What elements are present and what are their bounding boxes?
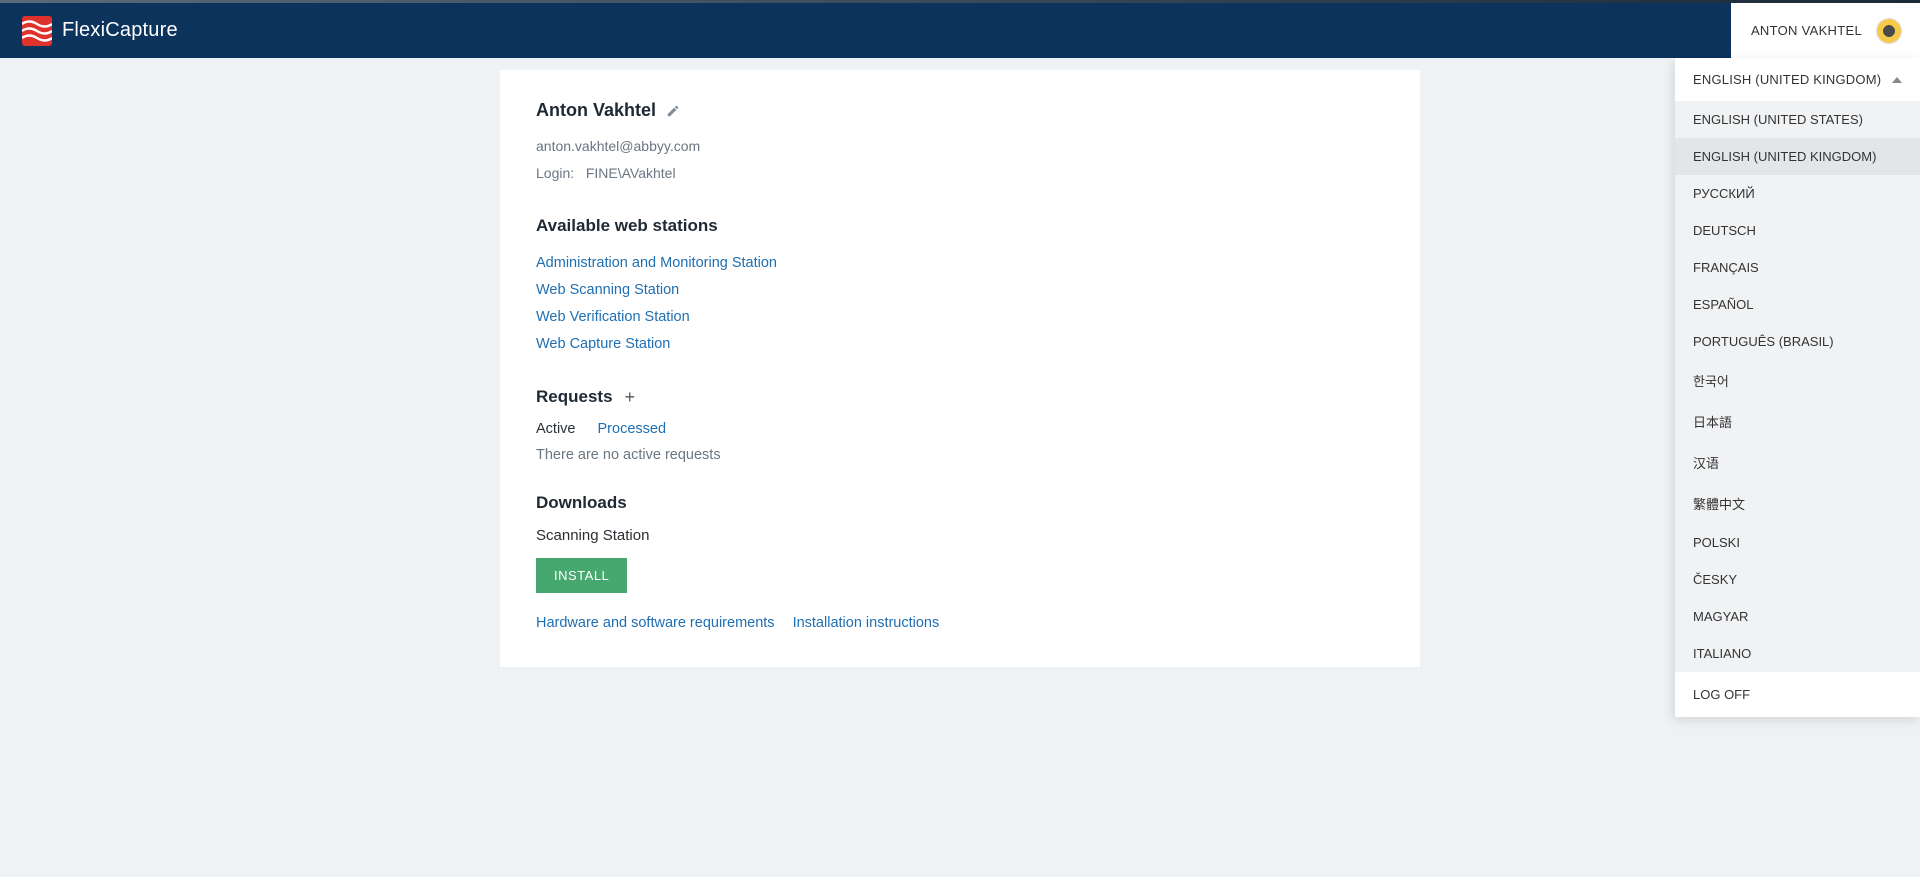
station-link[interactable]: Web Capture Station xyxy=(536,331,1384,358)
tab-processed-requests[interactable]: Processed xyxy=(598,421,667,437)
install-instructions-link[interactable]: Installation instructions xyxy=(793,615,940,631)
user-email: anton.vakhtel@abbyy.com xyxy=(536,133,1384,160)
station-link[interactable]: Web Scanning Station xyxy=(536,277,1384,304)
add-request-icon[interactable]: + xyxy=(625,388,636,406)
language-option[interactable]: ČESKY xyxy=(1675,561,1920,598)
language-option[interactable]: POLSKI xyxy=(1675,524,1920,561)
requests-empty-note: There are no active requests xyxy=(536,447,1384,463)
product-name: FlexiCapture xyxy=(62,19,178,42)
login-value: FINE\AVakhtel xyxy=(586,165,676,181)
current-language-label: ENGLISH (UNITED KINGDOM) xyxy=(1693,72,1881,87)
hw-requirements-link[interactable]: Hardware and software requirements xyxy=(536,615,775,631)
stations-title: Available web stations xyxy=(536,216,1384,236)
download-links: Hardware and software requirements Insta… xyxy=(536,615,1384,631)
stations-list: Administration and Monitoring Station We… xyxy=(536,250,1384,357)
language-option[interactable]: PORTUGUÊS (BRASIL) xyxy=(1675,323,1920,360)
language-list: ENGLISH (UNITED STATES)ENGLISH (UNITED K… xyxy=(1675,101,1920,672)
edit-user-icon[interactable] xyxy=(666,104,680,118)
requests-title: Requests xyxy=(536,387,613,407)
language-option[interactable]: 日本語 xyxy=(1675,401,1920,442)
language-option[interactable]: РУССКИЙ xyxy=(1675,175,1920,212)
tab-active-requests[interactable]: Active xyxy=(536,421,576,437)
install-button[interactable]: INSTALL xyxy=(536,558,627,593)
login-label: Login: xyxy=(536,165,574,181)
language-dropdown-panel: ENGLISH (UNITED KINGDOM) ENGLISH (UNITED… xyxy=(1675,58,1920,717)
language-option[interactable]: FRANÇAIS xyxy=(1675,249,1920,286)
language-option[interactable]: ESPAÑOL xyxy=(1675,286,1920,323)
header-user-area[interactable]: ANTON VAKHTEL xyxy=(1731,3,1920,58)
language-option[interactable]: 汉语 xyxy=(1675,442,1920,483)
chevron-up-icon xyxy=(1892,77,1902,83)
app-logo-icon xyxy=(22,16,52,46)
requests-tabs: Active Processed xyxy=(536,421,1384,437)
language-option[interactable]: ITALIANO xyxy=(1675,635,1920,672)
header-user-name: ANTON VAKHTEL xyxy=(1751,23,1862,38)
avatar-icon xyxy=(1876,18,1902,44)
requests-title-row: Requests + xyxy=(536,387,1384,407)
language-option[interactable]: DEUTSCH xyxy=(1675,212,1920,249)
user-login-row: Login: FINE\AVakhtel xyxy=(536,160,1384,187)
app-header: FlexiCapture ANTON VAKHTEL xyxy=(0,3,1920,58)
language-option[interactable]: ENGLISH (UNITED STATES) xyxy=(1675,101,1920,138)
content-wrap: Anton Vakhtel anton.vakhtel@abbyy.com Lo… xyxy=(0,58,1920,707)
user-display-name: Anton Vakhtel xyxy=(536,100,656,121)
main-card: Anton Vakhtel anton.vakhtel@abbyy.com Lo… xyxy=(500,70,1420,667)
station-link[interactable]: Administration and Monitoring Station xyxy=(536,250,1384,277)
station-link[interactable]: Web Verification Station xyxy=(536,304,1384,331)
language-option[interactable]: 한국어 xyxy=(1675,360,1920,401)
downloads-subtitle: Scanning Station xyxy=(536,527,1384,544)
language-option[interactable]: 繁體中文 xyxy=(1675,483,1920,524)
downloads-title: Downloads xyxy=(536,493,1384,513)
logoff-button[interactable]: LOG OFF xyxy=(1675,672,1920,717)
language-option[interactable]: ENGLISH (UNITED KINGDOM) xyxy=(1675,138,1920,175)
language-option[interactable]: MAGYAR xyxy=(1675,598,1920,635)
language-dropdown-header[interactable]: ENGLISH (UNITED KINGDOM) xyxy=(1675,58,1920,101)
